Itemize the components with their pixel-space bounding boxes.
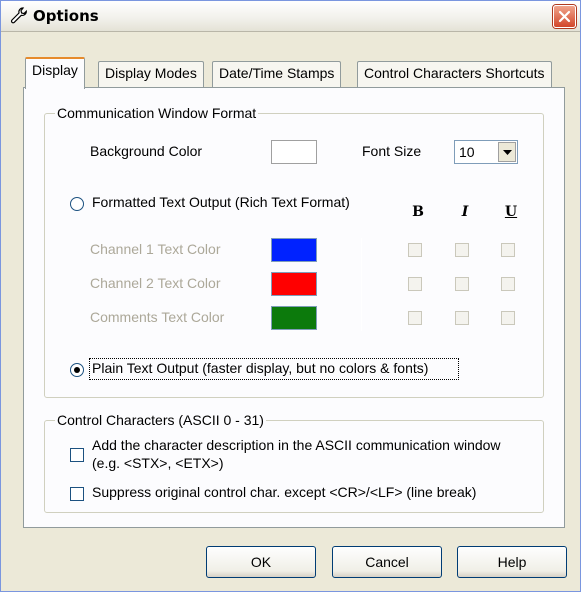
channel2-underline-checkbox[interactable] — [501, 277, 515, 291]
bold-header: B — [412, 204, 424, 220]
plain-output-radio[interactable] — [70, 363, 84, 377]
group-title: Communication Window Format — [55, 105, 259, 121]
ok-button[interactable]: OK — [206, 546, 316, 578]
comments-bold-checkbox[interactable] — [408, 311, 422, 325]
underline-header: U — [504, 204, 518, 220]
add-description-checkbox[interactable] — [70, 448, 84, 462]
plain-output-label: Plain Text Output (faster display, but n… — [92, 360, 429, 376]
options-dialog: Options Display Display Modes Date/Time … — [0, 0, 581, 592]
channel1-italic-checkbox[interactable] — [455, 243, 469, 257]
channel2-color-swatch[interactable] — [271, 272, 317, 296]
comments-color-swatch[interactable] — [271, 306, 317, 330]
cancel-button[interactable]: Cancel — [332, 546, 442, 578]
column-divider — [361, 238, 362, 331]
comments-underline-checkbox[interactable] — [501, 311, 515, 325]
suppress-control-label: Suppress original control char. except <… — [92, 484, 477, 500]
comments-italic-checkbox[interactable] — [455, 311, 469, 325]
channel2-color-label: Channel 2 Text Color — [90, 275, 221, 291]
comments-color-label: Comments Text Color — [90, 309, 225, 325]
window-title: Options — [33, 7, 99, 25]
channel1-color-label: Channel 1 Text Color — [90, 241, 221, 257]
suppress-control-checkbox[interactable] — [70, 487, 84, 501]
close-icon — [558, 10, 571, 23]
background-color-label: Background Color — [90, 143, 203, 159]
channel1-bold-checkbox[interactable] — [408, 243, 422, 257]
wrench-icon — [9, 6, 29, 26]
title-bar[interactable]: Options — [1, 1, 580, 32]
background-color-swatch[interactable] — [271, 140, 317, 164]
add-description-label: Add the character description in the ASC… — [92, 437, 501, 453]
group-title: Control Characters (ASCII 0 - 31) — [55, 412, 266, 428]
control-characters-group: Control Characters (ASCII 0 - 31) Add th… — [44, 412, 544, 513]
font-size-label: Font Size — [362, 143, 422, 159]
tab-display-modes[interactable]: Display Modes — [98, 61, 204, 87]
channel1-underline-checkbox[interactable] — [501, 243, 515, 257]
radio-selected-dot — [74, 367, 80, 373]
font-size-value: 10 — [459, 144, 475, 160]
close-button[interactable] — [553, 5, 576, 28]
add-description-example: (e.g. <STX>, <ETX>) — [92, 455, 224, 471]
formatted-output-radio[interactable] — [70, 197, 84, 211]
tab-date-time-stamps[interactable]: Date/Time Stamps — [212, 61, 342, 87]
tab-display[interactable]: Display — [25, 57, 85, 89]
channel2-italic-checkbox[interactable] — [455, 277, 469, 291]
tab-panel-display: Communication Window Format Background C… — [23, 87, 565, 528]
font-size-select[interactable]: 10 — [454, 140, 518, 164]
italic-header: I — [461, 204, 469, 220]
chevron-down-icon — [503, 150, 512, 155]
tab-control-characters-shortcuts[interactable]: Control Characters Shortcuts — [357, 61, 552, 87]
dropdown-button[interactable] — [498, 142, 516, 162]
help-button[interactable]: Help — [457, 546, 567, 578]
channel2-bold-checkbox[interactable] — [408, 277, 422, 291]
channel1-color-swatch[interactable] — [271, 238, 317, 262]
formatted-output-label: Formatted Text Output (Rich Text Format) — [92, 194, 350, 210]
communication-window-format-group: Communication Window Format Background C… — [44, 105, 544, 398]
